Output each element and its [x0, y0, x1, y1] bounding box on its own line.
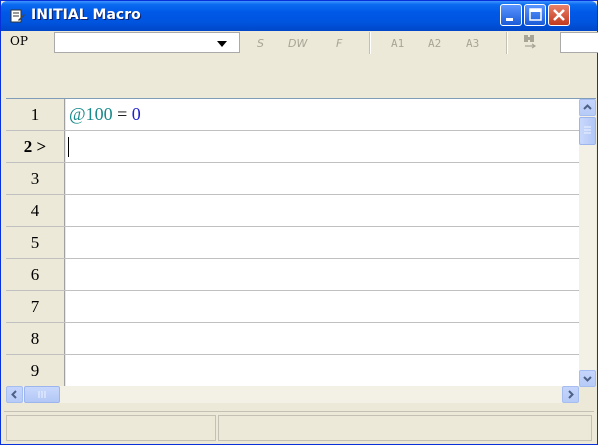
search-field[interactable] — [560, 32, 598, 53]
table-row[interactable]: 4 — [6, 195, 579, 227]
row-number[interactable]: 6 — [6, 259, 65, 290]
s-button[interactable]: S — [257, 37, 264, 50]
table-row[interactable]: 6 — [6, 259, 579, 291]
a3-button[interactable]: A3 — [466, 37, 479, 50]
table-row[interactable]: 9 — [6, 355, 579, 387]
maximize-icon — [529, 8, 542, 21]
code-cell[interactable] — [66, 131, 579, 162]
table-row[interactable]: 1 @100 = 0 — [6, 99, 579, 131]
vertical-scrollbar[interactable] — [579, 99, 596, 387]
code-cell[interactable] — [66, 259, 579, 290]
table-row[interactable]: 8 — [6, 323, 579, 355]
table-row[interactable]: 3 — [6, 163, 579, 195]
grip-icon — [38, 391, 46, 398]
text-caret — [68, 137, 69, 157]
scroll-left-button[interactable] — [6, 386, 23, 403]
code-cell[interactable] — [66, 291, 579, 322]
table-row[interactable]: 7 — [6, 291, 579, 323]
op-combo[interactable] — [54, 32, 240, 53]
chevron-down-icon — [583, 376, 592, 382]
row-number[interactable]: 3 — [6, 163, 65, 194]
macro-window: INITIAL Macro OP S DW F A1 A2 A3 1 @100 … — [0, 0, 598, 445]
maximize-button[interactable] — [524, 4, 546, 26]
code-cell[interactable] — [66, 355, 579, 386]
row-number[interactable]: 7 — [6, 291, 65, 322]
code-cell[interactable] — [66, 227, 579, 258]
window-title: INITIAL Macro — [31, 7, 141, 23]
vertical-scroll-thumb[interactable] — [579, 117, 596, 145]
status-pane-left — [6, 415, 216, 441]
code-cell[interactable] — [66, 323, 579, 354]
chevron-right-icon — [568, 390, 574, 399]
title-bar[interactable]: INITIAL Macro — [1, 1, 597, 31]
close-icon — [553, 9, 565, 21]
minimize-icon — [506, 18, 513, 21]
variable-token: @100 — [69, 104, 113, 124]
row-number[interactable]: 5 — [6, 227, 65, 258]
grip-icon — [584, 126, 591, 134]
scroll-right-button[interactable] — [562, 386, 579, 403]
close-button[interactable] — [548, 4, 570, 26]
scroll-up-button[interactable] — [579, 99, 596, 116]
toolbar-separator — [506, 32, 508, 54]
minimize-button[interactable] — [500, 4, 522, 26]
horizontal-scrollbar[interactable] — [6, 386, 579, 403]
status-bar — [4, 411, 594, 444]
operator-token: = — [117, 104, 128, 124]
a1-button[interactable]: A1 — [391, 37, 404, 50]
f-button[interactable]: F — [336, 37, 342, 50]
row-number[interactable]: 4 — [6, 195, 65, 226]
toolbar-separator — [369, 32, 371, 54]
code-cell[interactable]: @100 = 0 — [66, 99, 579, 130]
number-token: 0 — [131, 104, 141, 124]
row-number[interactable]: 9 — [6, 355, 65, 386]
status-pane-right — [218, 415, 592, 441]
row-number[interactable]: 1 — [6, 99, 65, 130]
table-row[interactable]: 5 — [6, 227, 579, 259]
macro-document-icon — [10, 9, 25, 23]
scroll-down-button[interactable] — [579, 370, 596, 387]
chevron-down-icon[interactable] — [217, 41, 227, 47]
horizontal-scroll-thumb[interactable] — [24, 386, 60, 403]
code-cell[interactable] — [66, 163, 579, 194]
row-number-active[interactable]: 2 > — [6, 131, 65, 162]
find-next-icon[interactable] — [522, 34, 540, 50]
table-row[interactable]: 2 > — [6, 131, 579, 163]
chevron-up-icon — [583, 104, 592, 110]
code-cell[interactable] — [66, 195, 579, 226]
a2-button[interactable]: A2 — [428, 37, 441, 50]
macro-editor-grid[interactable]: 1 @100 = 0 2 > 3 4 5 6 7 8 9 — [6, 98, 596, 409]
op-label: OP — [10, 34, 28, 48]
row-number[interactable]: 8 — [6, 323, 65, 354]
chevron-left-icon — [11, 390, 17, 399]
dw-button[interactable]: DW — [288, 37, 307, 50]
